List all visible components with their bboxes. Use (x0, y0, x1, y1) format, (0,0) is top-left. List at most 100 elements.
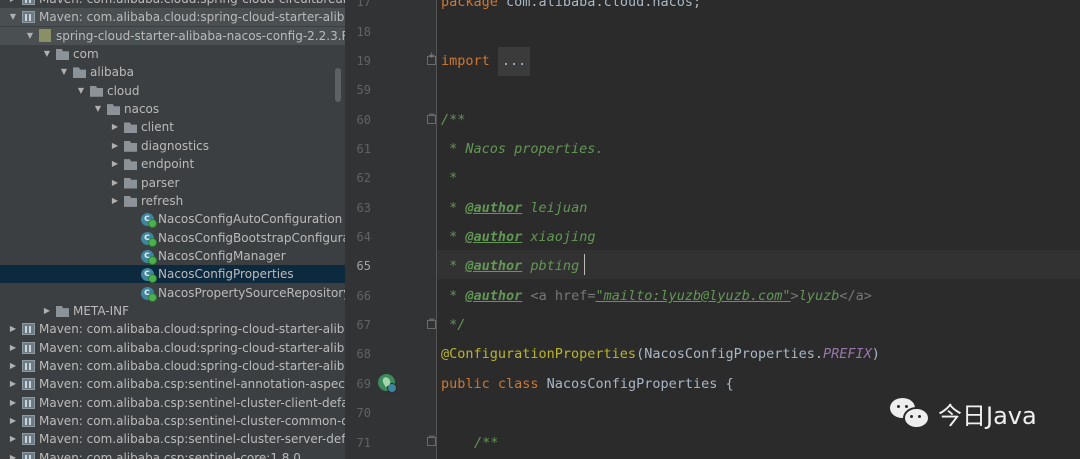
package-icon (73, 67, 86, 79)
collapse-arrow-icon[interactable]: ▶ (8, 375, 18, 393)
code-line-71: /** (474, 435, 499, 451)
collapse-arrow-icon[interactable]: ▶ (42, 302, 52, 320)
tree-item-library[interactable]: ▶ Maven: com.alibaba.csp:sentinel-cluster… (0, 430, 345, 448)
tree-item-label: diagnostics (141, 138, 210, 153)
tree-item-library[interactable]: ▼ spring-cloud-starter-alibaba-nacos-conf… (0, 26, 345, 45)
code-line-64: * @author xiaojing (441, 229, 596, 245)
tree-item-library[interactable]: ▶ Maven: com.alibaba.csp:sentinel-cluster… (0, 412, 345, 430)
tree-item-class[interactable]: NacosConfigManager (0, 247, 345, 265)
collapse-arrow-icon[interactable]: ▶ (8, 0, 18, 8)
tree-item-label: alibaba (90, 65, 134, 80)
collapse-arrow-icon[interactable]: ▶ (8, 357, 18, 375)
collapse-arrow-icon[interactable]: ▶ (110, 192, 120, 210)
spring-bean-icon[interactable] (378, 374, 397, 393)
tree-item-label: Maven: com.alibaba.csp:sentinel-core:1.8… (39, 450, 301, 459)
tree-item-package[interactable]: ▼ com (0, 45, 345, 63)
line-number: 61 (356, 142, 371, 156)
tree-item-package[interactable]: ▼ cloud (0, 82, 345, 100)
tree-item-label: com (73, 47, 99, 62)
collapse-arrow-icon[interactable]: ▶ (110, 137, 120, 155)
line-number: 69 (356, 377, 371, 391)
library-icon (22, 415, 35, 428)
library-icon (22, 323, 35, 336)
tree-item-class[interactable]: NacosConfigAutoConfiguration (0, 210, 345, 229)
class-icon (141, 229, 157, 247)
tree-item-package[interactable]: ▶ refresh (0, 192, 345, 210)
code-line-66: * @author <a href="mailto:lyuzb@lyuzb.co… (441, 288, 872, 304)
tree-item-library[interactable]: ▶ Maven: com.alibaba.cloud:spring-cloud-s… (0, 357, 345, 375)
tree-item-package[interactable]: ▶ parser (0, 174, 345, 192)
expand-arrow-icon[interactable]: ▼ (42, 45, 52, 63)
tree-item-label: Maven: com.alibaba.csp:sentinel-annotati… (39, 377, 345, 392)
line-number: 60 (356, 113, 371, 127)
line-number: 65 (356, 259, 371, 273)
library-icon (22, 360, 35, 372)
line-number: 19 (356, 54, 371, 68)
collapse-arrow-icon[interactable]: ▶ (8, 339, 18, 357)
tree-item-label: NacosConfigProperties (158, 267, 294, 282)
tree-item-label: nacos (124, 102, 160, 117)
library-icon (22, 396, 35, 409)
tree-item-package[interactable]: ▶ META-INF (0, 302, 345, 320)
tree-item-library[interactable]: ▶ Maven: com.alibaba.csp:sentinel-core:1.… (0, 449, 345, 459)
tree-item-package[interactable]: ▼ alibaba (0, 63, 345, 81)
tree-item-package[interactable]: ▶ endpoint (0, 155, 345, 173)
fold-expand-icon[interactable] (427, 51, 436, 65)
project-tree: ▶ Maven: com.alibaba.cloud:spring-cloud-c… (0, 0, 345, 459)
line-number: 67 (356, 318, 371, 332)
package-icon (124, 177, 137, 189)
fold-collapse-icon[interactable] (427, 315, 436, 329)
package-icon (56, 305, 69, 317)
tree-item-label: Maven: com.alibaba.cloud:spring-cloud-ci… (39, 0, 345, 8)
watermark-text: 今日Java (938, 401, 1037, 430)
collapse-arrow-icon[interactable]: ▶ (8, 449, 18, 459)
collapse-arrow-icon[interactable]: ▶ (8, 394, 18, 412)
tree-item-package[interactable]: ▶ diagnostics (0, 137, 345, 155)
tree-item-label: Maven: com.alibaba.csp:sentinel-cluster-… (39, 432, 345, 447)
tree-item-label: Maven: com.alibaba.csp:sentinel-cluster-… (39, 395, 345, 410)
tree-item-class[interactable]: NacosPropertySourceRepository (0, 284, 345, 302)
expand-arrow-icon[interactable]: ▼ (76, 82, 86, 100)
tree-item-library[interactable]: ▶ Maven: com.alibaba.csp:sentinel-cluster… (0, 394, 345, 412)
tree-item-class[interactable]: NacosConfigBootstrapConfiguratio (0, 229, 345, 247)
collapse-arrow-icon[interactable]: ▶ (110, 174, 120, 192)
tree-scrollbar[interactable] (335, 68, 341, 102)
expand-arrow-icon[interactable]: ▼ (25, 27, 35, 45)
watermark: 今日Java (890, 393, 1037, 433)
tree-item-label: Maven: com.alibaba.csp:sentinel-cluster-… (39, 414, 345, 429)
tree-item-library[interactable]: ▶ Maven: com.alibaba.cloud:spring-cloud-s… (0, 339, 345, 357)
expand-arrow-icon[interactable]: ▼ (93, 100, 103, 118)
tree-item-library[interactable]: ▶ Maven: com.alibaba.cloud:spring-cloud-c… (0, 0, 345, 8)
fold-collapse-icon[interactable] (427, 110, 436, 124)
tree-item-label: NacosPropertySourceRepository (158, 285, 345, 300)
folded-imports[interactable]: ... (497, 47, 531, 76)
line-number: 70 (356, 406, 371, 420)
tree-item-label: client (141, 120, 174, 135)
tree-item-class[interactable]: NacosConfigProperties (0, 265, 345, 284)
expand-arrow-icon[interactable]: ▼ (8, 8, 18, 26)
text-caret (584, 254, 585, 275)
expand-arrow-icon[interactable]: ▼ (59, 63, 69, 81)
tree-item-label: Maven: com.alibaba.cloud:spring-cloud-st… (39, 340, 345, 355)
collapse-arrow-icon[interactable]: ▶ (110, 118, 120, 136)
tree-item-library[interactable]: ▼ Maven: com.alibaba.cloud:spring-cloud-s… (0, 8, 345, 27)
code-line-17: package com.alibaba.cloud.nacos; (441, 0, 702, 10)
collapse-arrow-icon[interactable]: ▶ (8, 430, 18, 448)
collapse-arrow-icon[interactable]: ▶ (8, 412, 18, 430)
tree-item-package[interactable]: ▼ nacos (0, 100, 345, 118)
class-icon (141, 265, 157, 284)
tree-item-package[interactable]: ▶ client (0, 118, 345, 136)
line-number: 17 (356, 0, 371, 9)
fold-collapse-icon[interactable] (427, 432, 436, 446)
class-icon (141, 210, 157, 229)
code-line-62: * (441, 170, 458, 186)
tree-item-label: Maven: com.alibaba.cloud:spring-cloud-st… (39, 10, 345, 25)
wechat-icon (890, 396, 930, 430)
tree-item-library[interactable]: ▶ Maven: com.alibaba.cloud:spring-cloud-s… (0, 320, 345, 338)
tree-item-library[interactable]: ▶ Maven: com.alibaba.csp:sentinel-annotat… (0, 375, 345, 393)
collapse-arrow-icon[interactable]: ▶ (8, 320, 18, 338)
tree-item-label: cloud (107, 83, 140, 98)
collapse-arrow-icon[interactable]: ▶ (110, 155, 120, 173)
tree-item-label: spring-cloud-starter-alibaba-nacos-confi… (56, 28, 345, 43)
tree-item-label: refresh (141, 193, 184, 208)
